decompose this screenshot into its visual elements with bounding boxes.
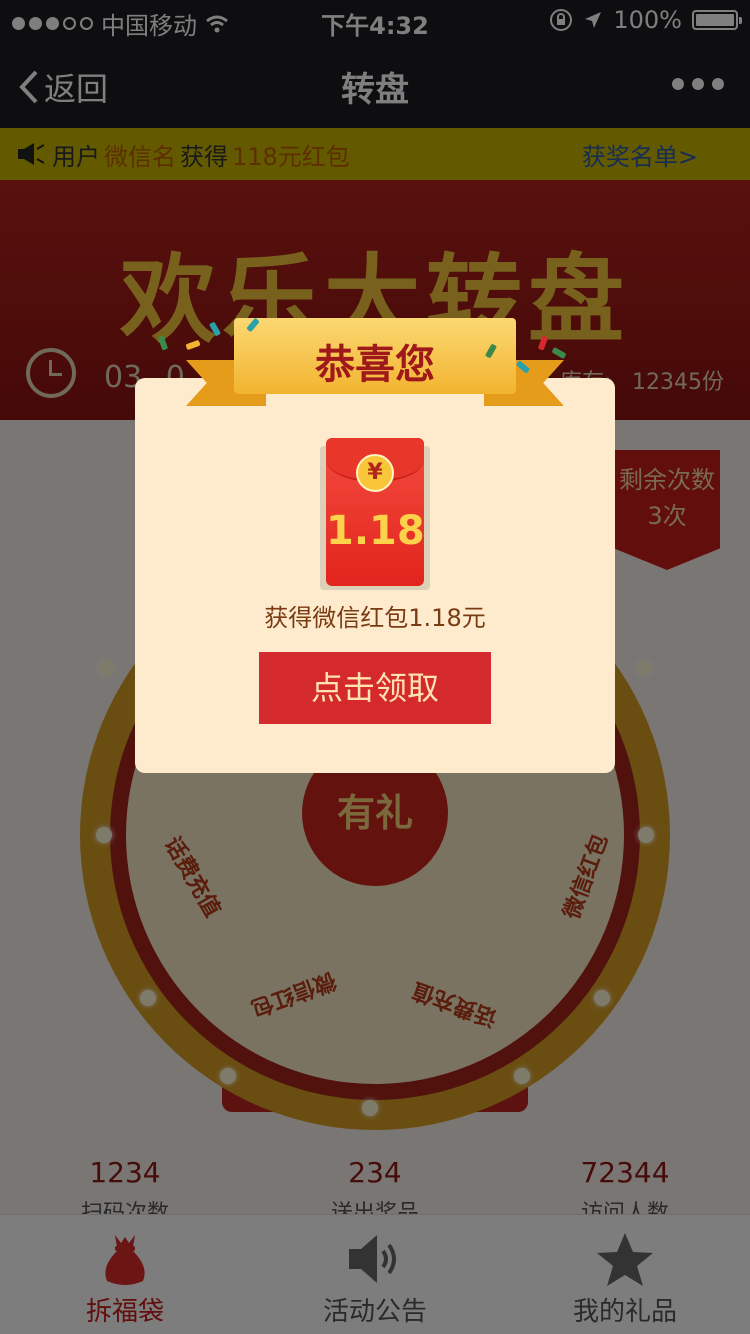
ribbon-band: 恭喜您 xyxy=(234,318,516,394)
red-packet-icon: ¥ 1.18 xyxy=(326,438,424,586)
prize-message: 获得微信红包1.18元 xyxy=(264,604,486,632)
dialog-title: 恭喜您 xyxy=(315,342,435,388)
prize-amount: 1.18 xyxy=(326,508,424,554)
claim-button[interactable]: 点击领取 xyxy=(259,652,491,724)
congrats-ribbon: 恭喜您 xyxy=(186,318,564,408)
yuan-coin-icon: ¥ xyxy=(356,454,394,492)
